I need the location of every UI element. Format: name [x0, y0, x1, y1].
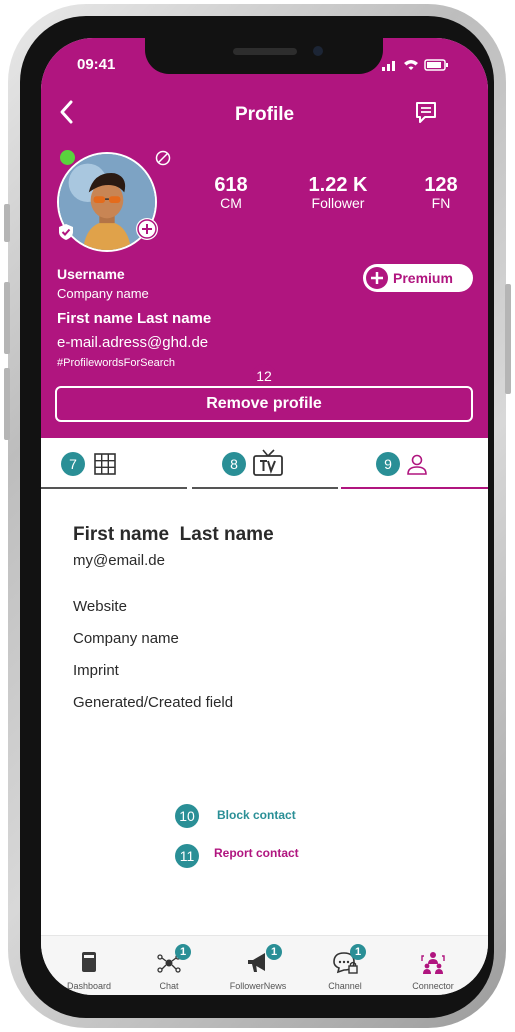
bottom-nav: Dashboard 1 Chat 1 FollowerNews 1 Channe… [41, 935, 488, 995]
front-camera [313, 46, 323, 56]
contact-email: my@email.de [73, 552, 165, 569]
annotation-10: 10 [175, 804, 199, 828]
nav-dashboard-label: Dashboard [66, 981, 112, 991]
stat-follower-value: 1.22 K [308, 174, 368, 196]
contact-company: Company name [73, 630, 179, 647]
nav-chat-badge: 1 [175, 944, 191, 960]
power-button [505, 284, 511, 394]
nav-channel-badge: 1 [350, 944, 366, 960]
nav-channel-label: Channel [328, 981, 362, 991]
status-time: 09:41 [77, 56, 116, 73]
stat-fn[interactable]: 128 FN [416, 174, 466, 211]
status-icons [382, 59, 448, 71]
mute-switch [4, 204, 10, 242]
contact-imprint[interactable]: Imprint [73, 662, 119, 679]
person-icon [407, 454, 427, 475]
full-name: First name Last name [57, 310, 212, 327]
nav-follower-news-badge: 1 [266, 944, 282, 960]
verified-shield-icon [59, 224, 73, 240]
block-icon[interactable] [155, 150, 171, 166]
tab-contact-underline [341, 487, 488, 489]
speaker [233, 48, 297, 55]
stat-follower[interactable]: 1.22 K Follower [293, 174, 383, 211]
premium-badge[interactable]: Premium [363, 264, 473, 292]
dashboard-icon [82, 952, 96, 972]
tab-tv[interactable]: 8 [190, 438, 339, 490]
notch [145, 38, 383, 74]
message-icon[interactable] [414, 100, 438, 126]
tab-tv-underline [192, 487, 338, 489]
tab-grid[interactable]: 7 [41, 438, 190, 490]
stat-fn-label: FN [431, 195, 451, 211]
nav-connector[interactable]: Connector [393, 936, 473, 995]
online-status-dot [60, 150, 75, 165]
username: Username [57, 266, 125, 282]
nav-chat-label: Chat [159, 981, 179, 991]
stat-cm-label: CM [220, 195, 242, 211]
stat-fn-value: 128 [424, 174, 458, 196]
stat-cm-value: 618 [214, 174, 248, 196]
block-contact-link[interactable]: Block contact [217, 808, 296, 822]
contact-first-name: First name [73, 524, 170, 545]
profile-header: 09:41 Profile 618 CM 1.22 K Follower 128… [41, 38, 488, 438]
remove-profile-button[interactable]: Remove profile [55, 386, 473, 422]
premium-plus-icon [366, 267, 388, 289]
grid-icon [94, 453, 116, 475]
nav-connector-label: Connector [412, 981, 454, 991]
contact-website[interactable]: Website [73, 598, 127, 615]
premium-label: Premium [393, 270, 453, 286]
annotation-8: 8 [222, 452, 246, 476]
tab-grid-underline [41, 487, 187, 489]
plus-icon [137, 219, 157, 239]
contact-custom-field: Generated/Created field [73, 694, 234, 711]
volume-up-button [4, 282, 10, 354]
contact-last-name: Last name [179, 524, 274, 545]
add-photo-button[interactable] [136, 218, 158, 240]
connector-icon [421, 952, 445, 974]
report-contact-link[interactable]: Report contact [214, 846, 299, 860]
company-name: Company name [57, 286, 149, 301]
annotation-7: 7 [61, 452, 85, 476]
tab-contact[interactable]: 9 [339, 438, 488, 490]
nav-follower-news[interactable]: 1 FollowerNews [218, 936, 298, 995]
annotation-11: 11 [175, 844, 199, 868]
contact-name: First name Last name [73, 524, 274, 546]
screen: 09:41 Profile 618 CM 1.22 K Follower 128… [41, 38, 488, 995]
nav-dashboard[interactable]: Dashboard [49, 936, 129, 995]
nav-channel[interactable]: 1 Channel [305, 936, 385, 995]
nav-chat[interactable]: 1 Chat [129, 936, 209, 995]
profile-tabs: 7 8 9 [41, 438, 488, 490]
tv-icon [253, 449, 283, 476]
annotation-12: 12 [252, 364, 276, 388]
stat-cm[interactable]: 618 CM [201, 174, 261, 211]
profile-email: e-mail.adress@ghd.de [57, 334, 209, 351]
annotation-9: 9 [376, 452, 400, 476]
stat-follower-label: Follower [311, 195, 365, 211]
nav-follower-news-label: FollowerNews [229, 981, 287, 991]
profile-hashtags: #ProfilewordsForSearch [57, 357, 175, 369]
volume-down-button [4, 368, 10, 440]
